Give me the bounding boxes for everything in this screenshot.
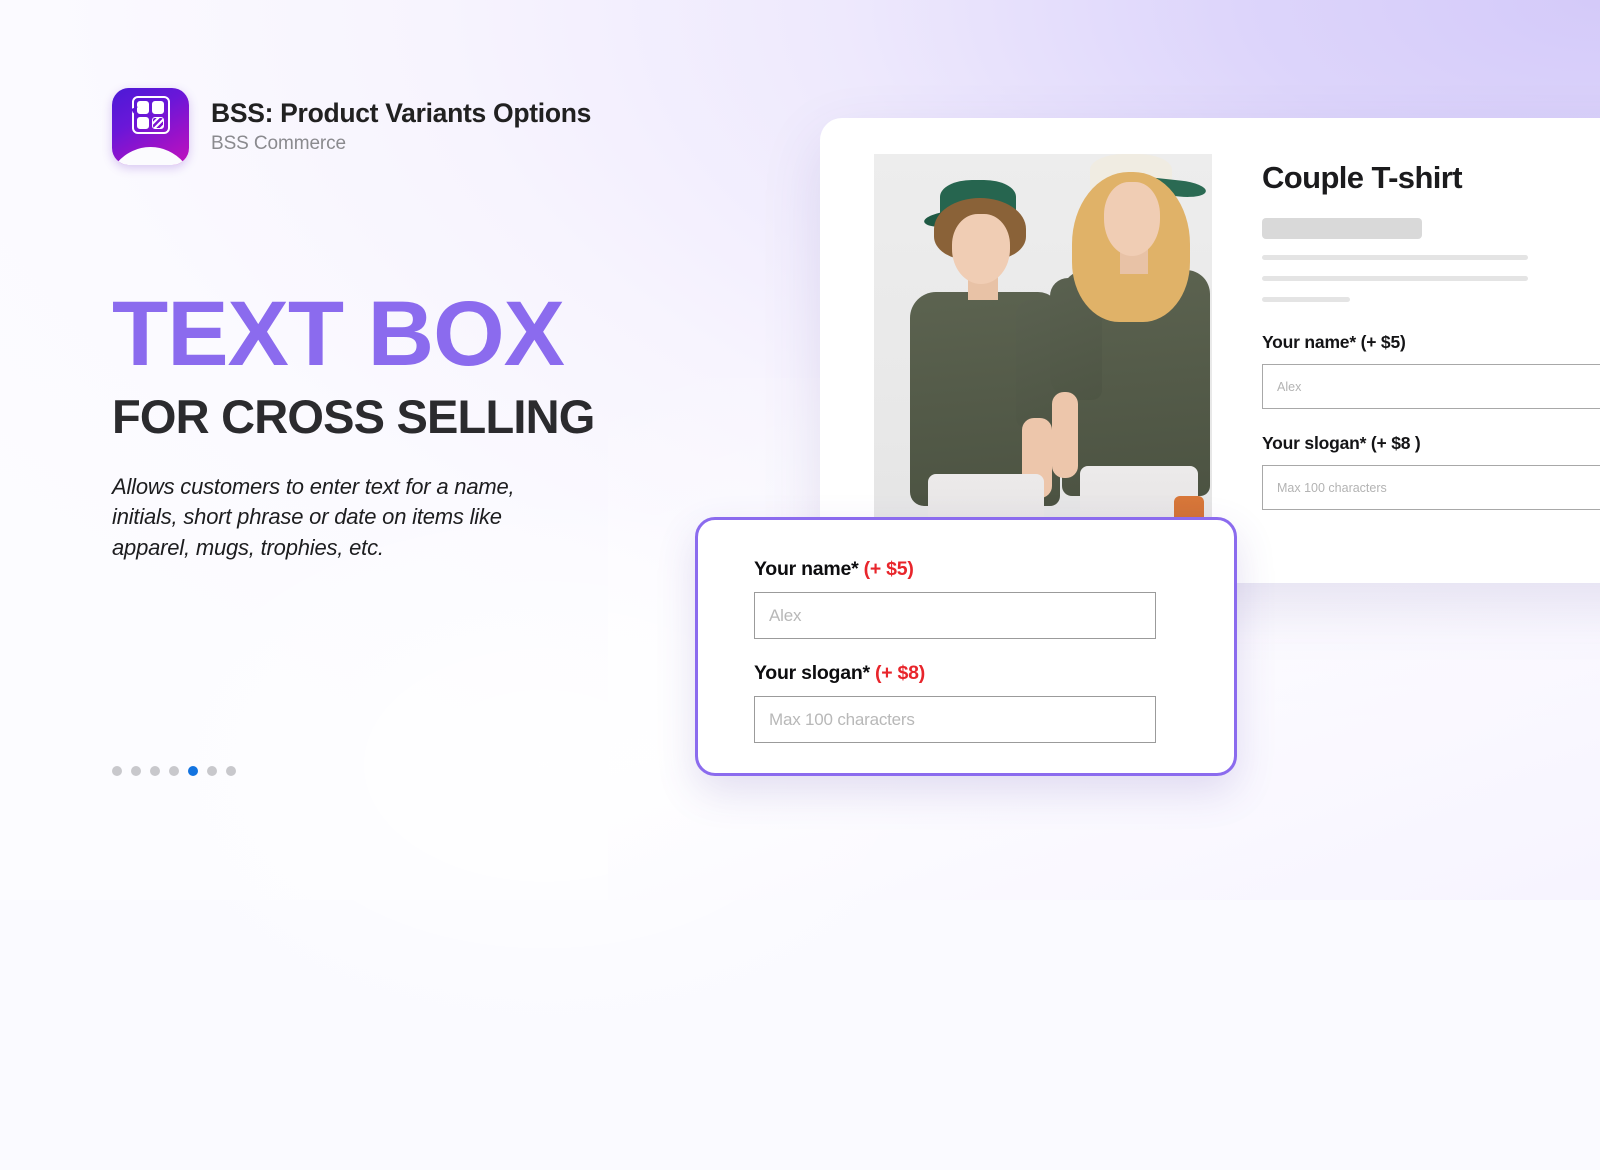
- carousel-pagination[interactable]: [112, 766, 236, 776]
- product-image[interactable]: [874, 154, 1212, 574]
- product-field-slogan: Your slogan* (+ $8 ) Max 100 characters: [1262, 433, 1600, 510]
- face: [952, 214, 1010, 284]
- brand-header: BSS BSS: Product Variants Options BSS Co…: [112, 88, 591, 165]
- carousel-dot-2[interactable]: [131, 766, 141, 776]
- grid-cell-bottom-left: [136, 116, 149, 129]
- product-field-name-input[interactable]: Alex: [1262, 364, 1600, 409]
- popup-field-slogan: Your slogan* (+ $8) Max 100 characters: [754, 662, 1156, 743]
- product-field-name: Your name* (+ $5) Alex: [1262, 332, 1600, 409]
- popup-field-slogan-price: (+ $8): [875, 662, 925, 684]
- left-content-column: BSS BSS: Product Variants Options BSS Co…: [112, 0, 752, 900]
- description-skeleton-line-1: [1262, 255, 1528, 260]
- product-details-panel: Couple T-shirt Your name* (+ $5) Alex Yo…: [1262, 154, 1600, 583]
- product-field-slogan-label: Your slogan* (+ $8 ): [1262, 433, 1421, 453]
- popup-field-slogan-input[interactable]: Max 100 characters: [754, 696, 1156, 743]
- carousel-dot-5-active[interactable]: [188, 766, 198, 776]
- description-skeleton-line-2: [1262, 276, 1528, 281]
- popup-field-name-input[interactable]: Alex: [754, 592, 1156, 639]
- logo-wordmark: BSS: [138, 150, 163, 162]
- popup-field-name-label: Your name* (+ $5): [754, 558, 1156, 581]
- popup-field-name-placeholder: Alex: [769, 605, 802, 625]
- arm: [1052, 392, 1078, 478]
- popup-field-slogan-text: Your slogan*: [754, 662, 870, 684]
- product-page-card: Couple T-shirt Your name* (+ $5) Alex Yo…: [820, 118, 1600, 583]
- product-field-slogan-placeholder: Max 100 characters: [1277, 480, 1387, 495]
- popup-field-slogan-placeholder: Max 100 characters: [769, 709, 915, 729]
- price-placeholder-bar: [1262, 218, 1422, 239]
- hero-subheadline: FOR CROSS SELLING: [112, 390, 595, 443]
- bss-app-icon: BSS: [112, 88, 189, 165]
- grid-cell-top-right: [152, 101, 165, 114]
- brand-text-group: BSS: Product Variants Options BSS Commer…: [211, 98, 591, 155]
- carousel-dot-1[interactable]: [112, 766, 122, 776]
- popup-field-name-price: (+ $5): [863, 558, 914, 580]
- product-field-name-label: Your name* (+ $5): [1262, 332, 1406, 352]
- face: [1104, 182, 1160, 256]
- carousel-dot-6[interactable]: [207, 766, 217, 776]
- app-vendor: BSS Commerce: [211, 133, 347, 154]
- popup-field-slogan-label: Your slogan* (+ $8): [754, 662, 1156, 685]
- popup-field-name: Your name* (+ $5) Alex: [754, 558, 1156, 639]
- app-title: BSS: Product Variants Options: [211, 98, 592, 128]
- hero-headline: TEXT BOX: [112, 283, 565, 385]
- description-skeleton-line-3: [1262, 297, 1350, 302]
- hero-description: Allows customers to enter text for a nam…: [112, 474, 515, 560]
- textbox-highlight-popup: Your name* (+ $5) Alex Your slogan* (+ $…: [695, 517, 1237, 776]
- grid-cell-hatched: [152, 116, 165, 129]
- carousel-dot-7[interactable]: [226, 766, 236, 776]
- product-field-name-placeholder: Alex: [1277, 379, 1302, 394]
- product-field-slogan-input[interactable]: Max 100 characters: [1262, 465, 1600, 510]
- product-title: Couple T-shirt: [1262, 160, 1463, 195]
- popup-field-name-text: Your name*: [754, 558, 859, 580]
- carousel-dot-4[interactable]: [169, 766, 179, 776]
- variant-grid-icon: [131, 96, 170, 134]
- carousel-dot-3[interactable]: [150, 766, 160, 776]
